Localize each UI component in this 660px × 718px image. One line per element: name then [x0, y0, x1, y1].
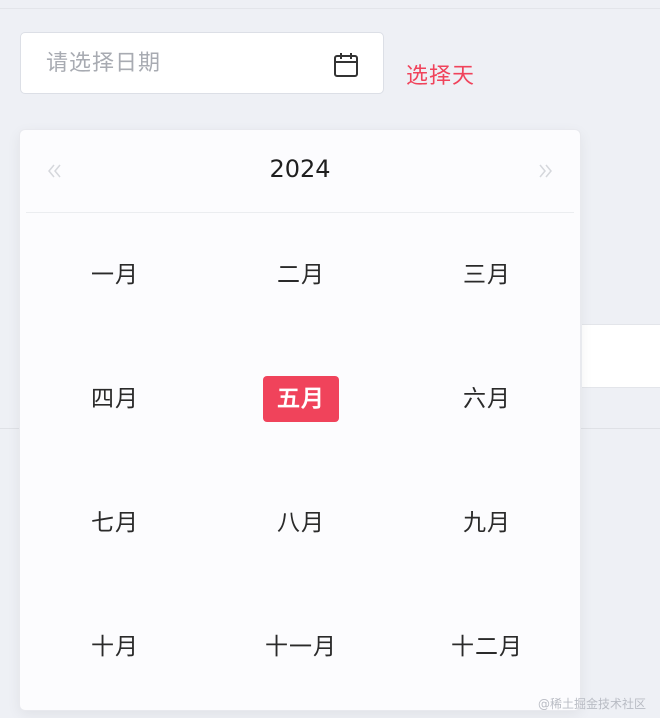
- month-cell-jan[interactable]: 一月: [22, 213, 208, 337]
- month-label: 三月: [463, 262, 511, 288]
- picker-year[interactable]: 2024: [20, 155, 580, 183]
- month-label: 五月: [263, 376, 339, 422]
- month-cell-oct[interactable]: 十月: [22, 585, 208, 709]
- month-label: 十二月: [451, 634, 523, 660]
- month-cell-sep[interactable]: 九月: [394, 461, 580, 585]
- month-cell-apr[interactable]: 四月: [22, 337, 208, 461]
- month-label: 八月: [277, 510, 325, 536]
- top-divider: [0, 8, 660, 9]
- month-label: 七月: [91, 510, 139, 536]
- month-cell-dec[interactable]: 十二月: [394, 585, 580, 709]
- month-grid: 一月 二月 三月 四月 五月 六月 七月 八月 九月 十月 十一月 十二月: [20, 213, 580, 710]
- month-label: 十一月: [265, 634, 337, 660]
- calendar-icon[interactable]: [333, 52, 359, 78]
- month-cell-nov[interactable]: 十一月: [208, 585, 394, 709]
- date-input-placeholder: 请选择日期: [46, 51, 162, 76]
- month-label: 十月: [91, 634, 139, 660]
- month-cell-jul[interactable]: 七月: [22, 461, 208, 585]
- background-row: [582, 324, 660, 388]
- select-day-link[interactable]: 选择天: [406, 58, 475, 90]
- month-cell-aug[interactable]: 八月: [208, 461, 394, 585]
- month-label: 二月: [277, 262, 325, 288]
- month-cell-feb[interactable]: 二月: [208, 213, 394, 337]
- month-label: 四月: [91, 386, 139, 412]
- month-label: 九月: [463, 510, 511, 536]
- month-cell-mar[interactable]: 三月: [394, 213, 580, 337]
- date-picker-input[interactable]: 请选择日期: [20, 32, 384, 94]
- watermark: @稀土掘金技术社区: [537, 697, 646, 711]
- month-cell-jun[interactable]: 六月: [394, 337, 580, 461]
- month-label: 六月: [463, 386, 511, 412]
- picker-header: 2024: [20, 130, 580, 212]
- month-cell-may[interactable]: 五月: [208, 337, 394, 461]
- month-label: 一月: [91, 262, 139, 288]
- month-picker-panel: 2024 一月 二月 三月 四月 五月 六月 七月 八月 九月 十月 十一月 十…: [19, 129, 581, 711]
- double-chevron-right-icon[interactable]: [534, 160, 556, 182]
